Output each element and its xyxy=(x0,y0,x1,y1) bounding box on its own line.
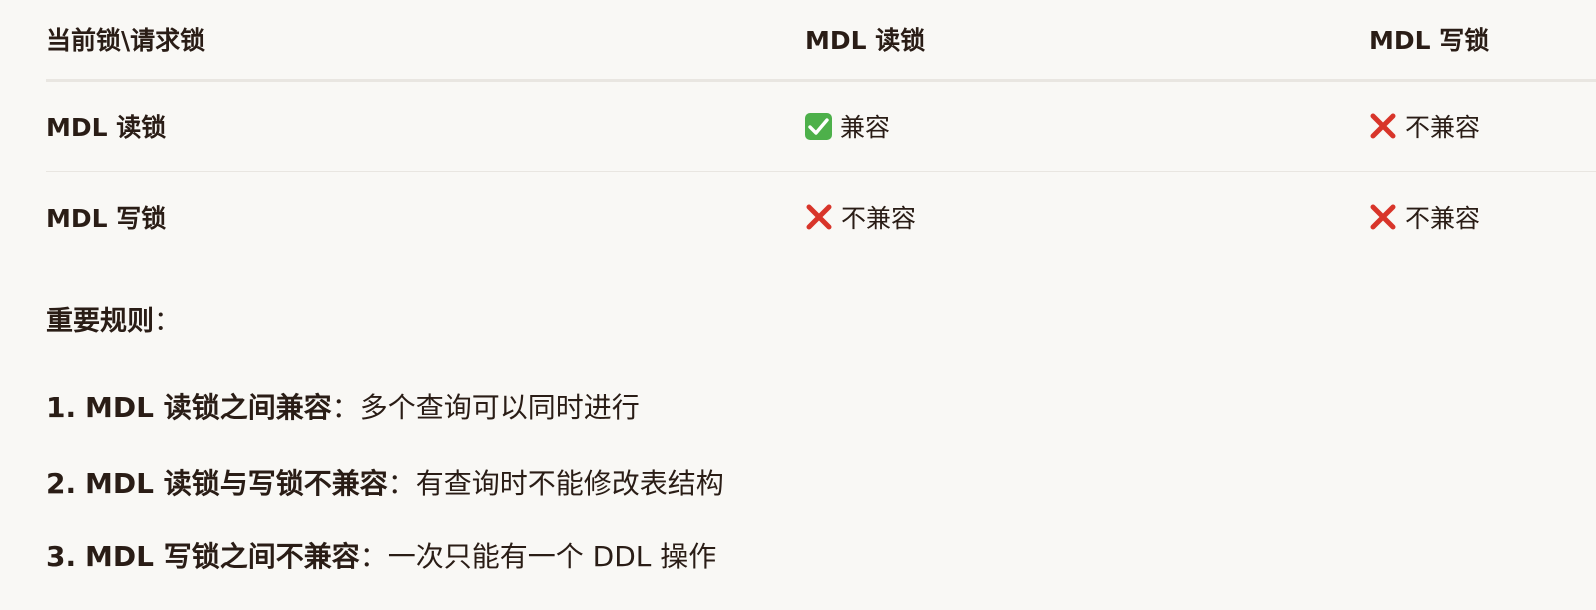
rule-summary: MDL 读锁与写锁不兼容 xyxy=(85,467,388,500)
rule-number: 1. xyxy=(46,391,77,424)
cell-status-text: 兼容 xyxy=(840,113,891,142)
rules-heading-colon: ： xyxy=(154,306,181,337)
cell-status-text: 不兼容 xyxy=(841,203,917,233)
table-header: 当前锁\请求锁 MDL 读锁 MDL 写锁 xyxy=(46,0,1596,80)
cell-read-write: 不兼容 xyxy=(1369,80,1596,171)
row-label-read-lock: MDL 读锁 xyxy=(46,113,167,142)
lock-compatibility-table: 当前锁\请求锁 MDL 读锁 MDL 写锁 MDL 读锁 兼容 不兼容 MDL … xyxy=(46,0,1596,262)
rule-number: 3. xyxy=(46,540,77,573)
rule-item-2: 2. MDL 读锁与写锁不兼容：有查询时不能修改表结构 xyxy=(46,464,724,504)
cell-write-write: 不兼容 xyxy=(1369,171,1596,262)
header-mdl-read-lock: MDL 读锁 xyxy=(805,26,926,56)
rule-summary: MDL 写锁之间不兼容 xyxy=(85,540,360,573)
header-current-vs-requested: 当前锁\请求锁 xyxy=(46,26,206,56)
cross-mark-icon xyxy=(806,204,832,230)
rules-heading: 重要规则： xyxy=(46,302,181,342)
header-mdl-write-lock: MDL 写锁 xyxy=(1369,26,1490,56)
cross-mark-icon xyxy=(1370,113,1396,139)
rule-item-3: 3. MDL 写锁之间不兼容：一次只能有一个 DDL 操作 xyxy=(46,537,716,577)
table-row: MDL 读锁 兼容 不兼容 xyxy=(46,80,1596,171)
page: 当前锁\请求锁 MDL 读锁 MDL 写锁 MDL 读锁 兼容 不兼容 MDL … xyxy=(0,0,1596,610)
table-row: MDL 写锁 不兼容 不兼容 xyxy=(46,171,1596,262)
cell-write-read: 不兼容 xyxy=(805,171,1369,262)
rule-separator: ： xyxy=(331,391,360,424)
rule-description: 一次只能有一个 DDL 操作 xyxy=(387,540,717,573)
cross-mark-icon xyxy=(1370,204,1396,230)
row-label-write-lock: MDL 写锁 xyxy=(46,203,167,233)
rule-summary: MDL 读锁之间兼容 xyxy=(85,391,332,424)
rules-heading-text: 重要规则 xyxy=(46,306,154,337)
cell-status-text: 不兼容 xyxy=(1405,113,1481,142)
table-body: MDL 读锁 兼容 不兼容 MDL 写锁 不兼容 不兼容 xyxy=(46,80,1596,262)
rule-description: 有查询时不能修改表结构 xyxy=(415,467,724,500)
rule-separator: ： xyxy=(387,467,416,500)
cell-status-text: 不兼容 xyxy=(1405,203,1481,233)
check-mark-icon xyxy=(805,113,832,140)
table-header-row: 当前锁\请求锁 MDL 读锁 MDL 写锁 xyxy=(46,0,1596,80)
rule-description: 多个查询可以同时进行 xyxy=(359,391,640,424)
rule-separator: ： xyxy=(359,540,388,573)
rule-number: 2. xyxy=(46,467,77,500)
rule-item-1: 1. MDL 读锁之间兼容：多个查询可以同时进行 xyxy=(46,388,640,428)
cell-read-read: 兼容 xyxy=(805,80,1369,171)
